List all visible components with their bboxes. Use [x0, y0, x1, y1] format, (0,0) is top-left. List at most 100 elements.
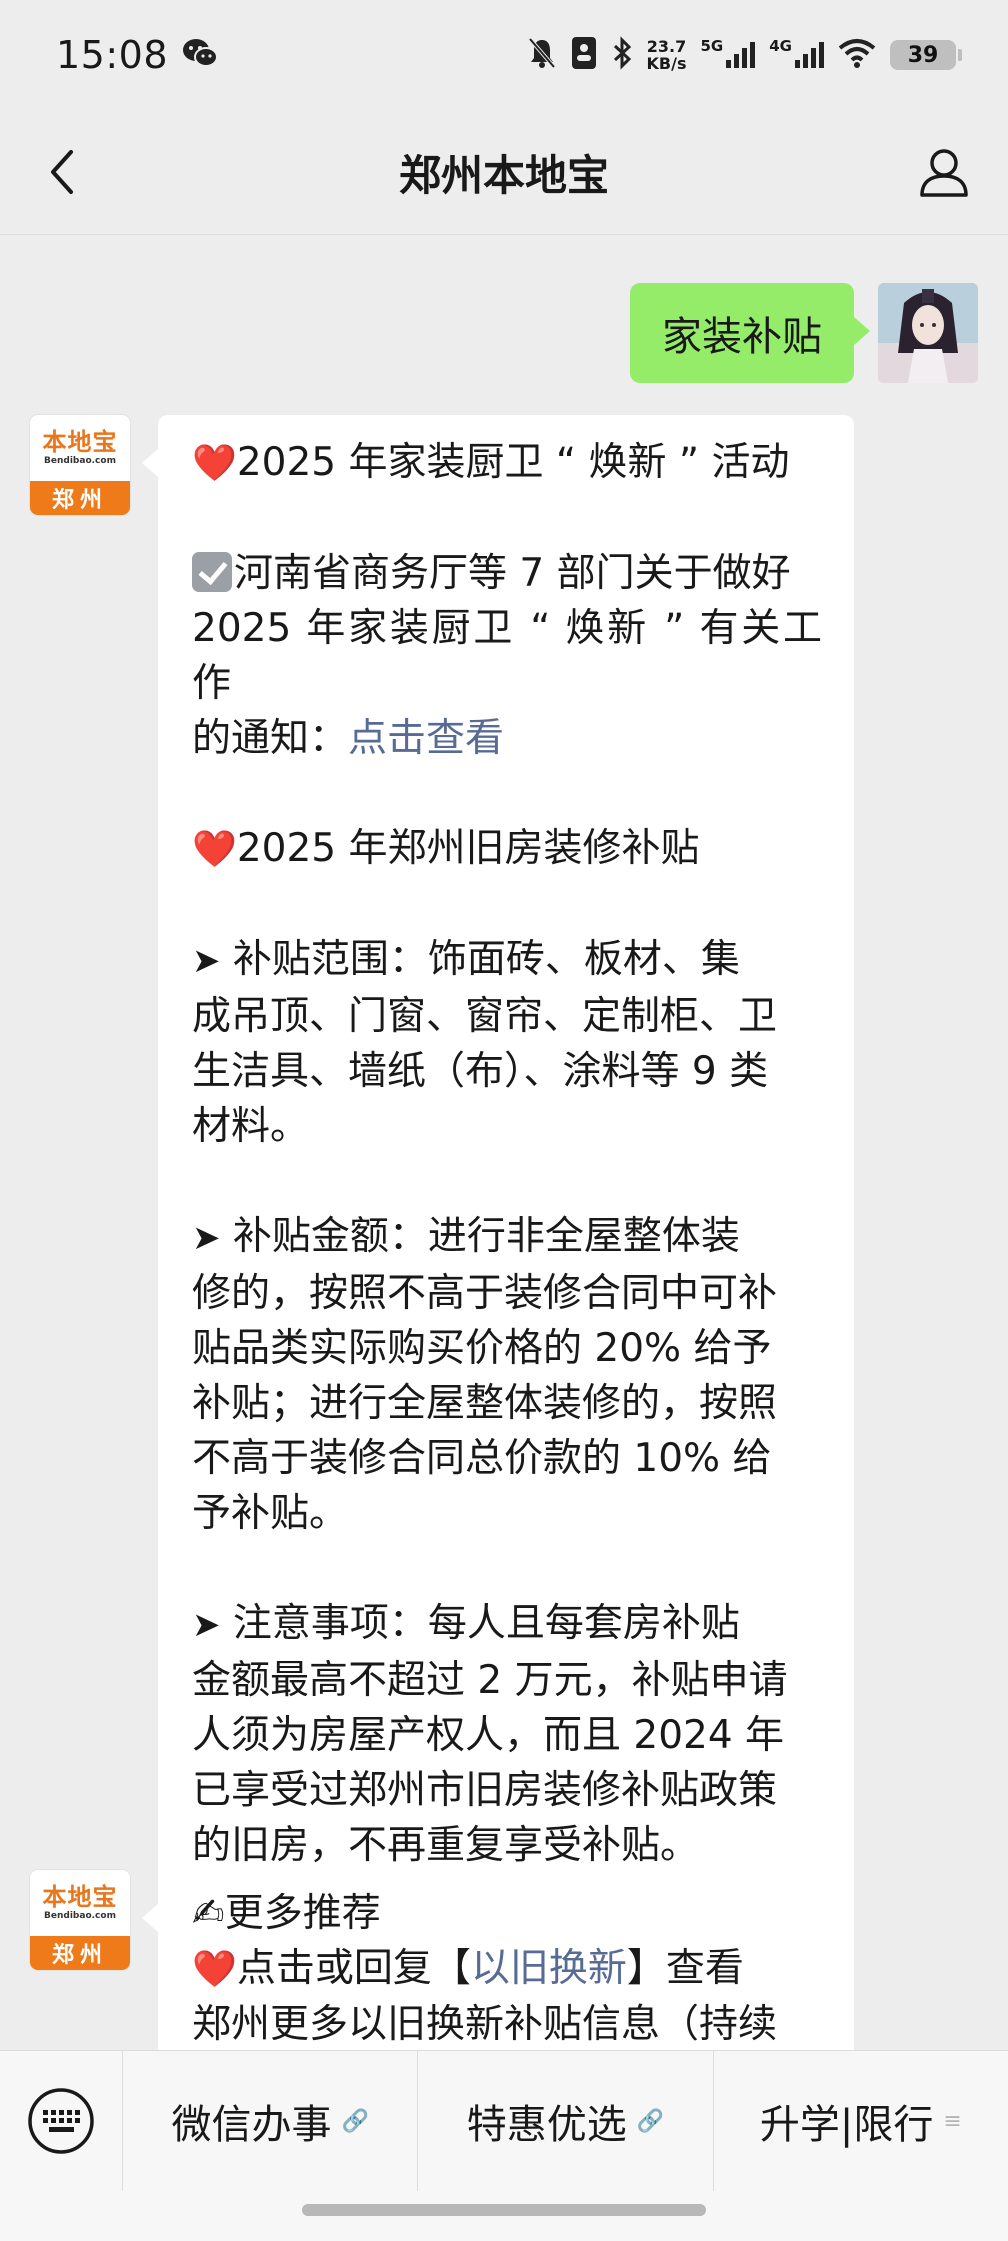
message-line: 金额最高不超过 2 万元，补贴申请 [192, 1658, 788, 1703]
page-title: 郑州本地宝 [398, 150, 609, 200]
brand-sub: Bendibao.com [44, 1911, 116, 1921]
message-line: 郑州更多以旧换新补贴信息（持续 [192, 2002, 778, 2047]
id-card-icon [571, 36, 597, 74]
brand-name: 本地宝 [42, 428, 118, 456]
menu-special-offers[interactable]: 特惠优选 🔗 [417, 2051, 712, 2191]
message-line: 已享受过郑州市旧房装修补贴政策 [192, 1768, 778, 1813]
scope-text: 补贴范围：饰面砖、板材、集 [220, 937, 740, 982]
message-line: ❤️2025 年郑州旧房装修补贴 [192, 821, 822, 877]
menu-wechat-services[interactable]: 微信办事 🔗 [122, 2051, 417, 2191]
status-time: 15:08 [56, 33, 169, 77]
arrow-right-icon: ➤ [192, 1605, 221, 1645]
home-indicator[interactable] [302, 2204, 706, 2216]
sent-message-row: 家装补贴 [630, 283, 978, 383]
wechat-icon [182, 37, 219, 73]
menu-school-traffic[interactable]: 升学|限行 ≡ [712, 2051, 1008, 2191]
message-line: ✍更多推荐 [192, 1886, 822, 1941]
signal-icon [726, 42, 756, 68]
message-line: 材料。 [192, 1104, 310, 1149]
brand-sub: Bendibao.com [44, 456, 116, 466]
message-line: 补贴；进行全屋整体装修的，按照 [192, 1381, 778, 1426]
red-heart-icon: ❤️ [192, 443, 237, 484]
arrow-right-icon: ➤ [192, 941, 221, 981]
signal-sim2: 4G [769, 37, 824, 69]
mute-bell-icon [527, 36, 557, 74]
message-line: 成吊顶、门窗、窗帘、定制柜、卫 [192, 994, 778, 1039]
message-line: 修的，按照不高于装修合同中可补 [192, 1271, 778, 1316]
brand-logo: 本地宝 Bendibao.com [30, 1870, 130, 1936]
sent-message-text: 家装补贴 [662, 314, 822, 360]
message-line: 的通知：点击查看 [192, 711, 822, 766]
message-line: 予补贴。 [192, 1491, 349, 1536]
message-line: ❤️2025 年家装厨卫 “ 焕新 ” 活动 [192, 435, 822, 491]
net-speed-value: 23.7 [646, 37, 687, 56]
status-bar: 15:08 23.7 KB/s 5G 4G 39 [0, 0, 1008, 110]
battery-level: 39 [907, 42, 939, 68]
checkbox-icon [192, 552, 232, 592]
bendibao-avatar[interactable]: 本地宝 Bendibao.com 郑州 [30, 1870, 130, 1970]
menu-label: 升学|限行 [759, 2102, 934, 2148]
bluetooth-icon [611, 36, 633, 74]
signal-icon [795, 42, 824, 68]
brand-city: 郑州 [30, 481, 130, 515]
sim2-label: 4G [769, 37, 792, 55]
received-message-bubble[interactable]: ❤️2025 年家装厨卫 “ 焕新 ” 活动 河南省商务厅等 7 部门关于做好 … [142, 415, 854, 1895]
more-recommend-title: 更多推荐 [224, 1891, 381, 1936]
status-right: 23.7 KB/s 5G 4G 39 [527, 36, 962, 74]
net-speed: 23.7 KB/s [647, 38, 687, 72]
menu-row: 微信办事 🔗 特惠优选 🔗 升学|限行 ≡ [0, 2051, 1008, 2191]
chevron-left-icon [51, 150, 73, 194]
keyboard-icon [28, 2088, 94, 2154]
link-icon: 🔗 [341, 2108, 369, 2134]
arrow-right-icon: ➤ [192, 1218, 221, 1258]
submenu-icon: ≡ [943, 2108, 962, 2134]
activity-title: 2025 年家装厨卫 “ 焕新 ” 活动 [236, 440, 790, 485]
battery-icon: 39 [890, 40, 962, 70]
trade-in-link[interactable]: 以旧换新 [471, 1946, 627, 1991]
net-speed-unit: KB/s [646, 54, 687, 73]
keyboard-toggle-button[interactable] [0, 2051, 122, 2191]
message-line: ➤ 补贴范围：饰面砖、板材、集 [192, 932, 822, 989]
back-button[interactable] [34, 144, 90, 200]
red-heart-icon: ❤️ [192, 829, 237, 870]
notice-prefix: 的通知： [192, 716, 349, 761]
chat-header: 郑州本地宝 [0, 110, 1008, 235]
message-line: 生洁具、墙纸（布）、涂料等 9 类 [192, 1049, 769, 1094]
view-notice-link[interactable]: 点击查看 [348, 716, 504, 761]
message-line: 不高于装修合同总价款的 10% 给 [192, 1436, 772, 1481]
writing-hand-icon: ✍ [192, 1891, 225, 1936]
amount-text: 补贴金额：进行非全屋整体装 [220, 1214, 740, 1259]
message-line: 贴品类实际购买价格的 20% 给予 [192, 1326, 772, 1371]
status-left: 15:08 [56, 33, 219, 77]
reply-suffix: 】查看 [626, 1946, 744, 1991]
brand-logo: 本地宝 Bendibao.com [30, 415, 130, 481]
user-avatar[interactable] [878, 283, 978, 383]
link-icon: 🔗 [636, 2108, 665, 2134]
brand-city: 郑州 [30, 1936, 130, 1970]
message-line: 人须为房屋产权人，而且 2024 年 [192, 1713, 785, 1758]
bendibao-avatar[interactable]: 本地宝 Bendibao.com 郑州 [30, 415, 130, 515]
sim1-label: 5G [700, 37, 724, 55]
subsidy-title: 2025 年郑州旧房装修补贴 [236, 826, 700, 871]
received-message-bubble[interactable]: ✍更多推荐 ❤️点击或回复【以旧换新】查看 郑州更多以旧换新补贴信息（持续 [142, 1870, 854, 2050]
profile-button[interactable] [914, 142, 974, 202]
wifi-icon [838, 38, 876, 72]
notice-text: 河南省商务厅等 7 部门关于做好 [234, 551, 791, 596]
reply-prefix: 点击或回复【 [236, 1946, 471, 1991]
person-icon [920, 149, 968, 197]
signal-sim1: 5G [701, 37, 756, 69]
message-line: ➤ 注意事项：每人且每套房补贴 [192, 1596, 822, 1653]
message-line: 的旧房，不再重复享受补贴。 [192, 1823, 700, 1868]
red-heart-icon: ❤️ [192, 1949, 237, 1990]
brand-name: 本地宝 [42, 1883, 118, 1911]
menu-label: 特惠优选 [466, 2102, 627, 2148]
sent-message-bubble[interactable]: 家装补贴 [630, 283, 870, 383]
message-line: ❤️点击或回复【以旧换新】查看 [192, 1941, 822, 1997]
chat-area[interactable]: 家装补贴 本地宝 Bendibao.com 郑州 ❤️2025 年家装厨卫 “ … [0, 235, 1008, 2050]
notes-text: 注意事项：每人且每套房补贴 [220, 1601, 740, 1646]
